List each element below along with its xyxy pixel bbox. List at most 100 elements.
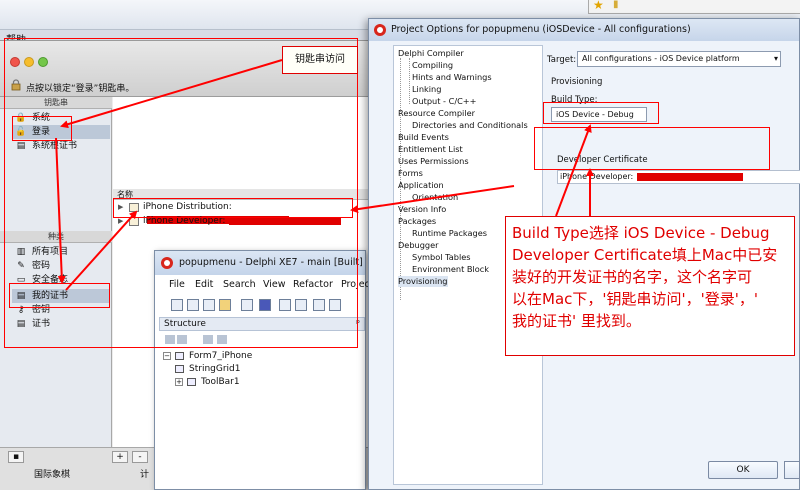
- sidebar-item-label: 密码: [32, 261, 51, 271]
- menu-search[interactable]: Search: [223, 277, 256, 293]
- sidebar-item-system-roots[interactable]: ▤ 系统根证书: [12, 139, 110, 153]
- menu-file[interactable]: File: [169, 277, 185, 293]
- tree-item-hints-warnings[interactable]: Hints and Warnings: [412, 72, 492, 83]
- options-icon[interactable]: [329, 299, 341, 311]
- sidebar-item-label: 我的证书: [32, 291, 69, 301]
- cancel-button[interactable]: [784, 461, 800, 479]
- tree-item-uses-permissions[interactable]: Uses Permissions: [398, 156, 469, 167]
- tree-node[interactable]: − Form7_iPhone: [159, 350, 359, 362]
- menu-edit[interactable]: Edit: [195, 277, 213, 293]
- cert-icon: [129, 203, 139, 212]
- new-icon[interactable]: [171, 299, 183, 311]
- remove-file-icon[interactable]: [313, 299, 325, 311]
- cert-name: iPhone Distribution:: [143, 202, 232, 212]
- tree-item-resource-compiler[interactable]: Resource Compiler: [398, 108, 475, 119]
- tree-item-packages[interactable]: Packages: [398, 216, 436, 227]
- tree-item-application[interactable]: Application: [398, 180, 444, 191]
- dev-cert-label: Developer Certificate: [557, 155, 648, 165]
- build-type-select[interactable]: iOS Device - Debug: [551, 107, 647, 122]
- disclosure-triangle-icon[interactable]: ▶: [118, 201, 123, 214]
- close-window-button[interactable]: [10, 57, 20, 67]
- keychains-header: 钥匙串: [0, 97, 112, 109]
- tree-node[interactable]: StringGrid1: [159, 363, 359, 375]
- tree-item-debugger[interactable]: Debugger: [398, 240, 439, 251]
- menu-view[interactable]: View: [263, 277, 286, 293]
- sidebar-item-passwords[interactable]: ✎ 密码: [12, 259, 110, 273]
- keychain-sidebar: 钥匙串 🔒 系统 🔓 登录 ▤ 系统根证书 种类 ▥ 所有项目 ✎ 密码 ▭ 安…: [0, 97, 112, 447]
- sidebar-item-certificates[interactable]: ▤ 证书: [12, 317, 110, 331]
- tree-line: [400, 58, 401, 300]
- open-icon[interactable]: [187, 299, 199, 311]
- tree-item-directories[interactable]: Directories and Conditionals: [412, 120, 528, 131]
- dialog-title-bar: Project Options for popupmenu (iOSDevice…: [369, 19, 799, 41]
- footer-text: 国际象棋: [34, 470, 71, 480]
- tree-item-delphi-compiler[interactable]: Delphi Compiler: [398, 48, 464, 59]
- menu-refactor[interactable]: Refactor: [293, 277, 333, 293]
- collapse-icon[interactable]: −: [163, 352, 171, 360]
- list-icon[interactable]: [241, 299, 253, 311]
- tree-node[interactable]: + ToolBar1: [159, 376, 359, 388]
- lock-icon[interactable]: [10, 79, 22, 91]
- delete-button[interactable]: -: [132, 451, 148, 463]
- cert-name: iPhone Developer:: [143, 216, 226, 226]
- redaction-bar: [637, 172, 744, 181]
- sidebar-item-label: 安全备忘: [32, 275, 69, 285]
- tree-item-output-c[interactable]: Output - C/C++: [412, 96, 477, 107]
- delphi-toolbar: [161, 297, 361, 315]
- structure-tool-icon[interactable]: [177, 335, 187, 344]
- delphi-ide-window: popupmenu - Delphi XE7 - main [Built] Fi…: [154, 250, 370, 490]
- tree-item-compiling[interactable]: Compiling: [412, 60, 453, 71]
- tree-item-build-events[interactable]: Build Events: [398, 132, 449, 143]
- tree-item-version-info[interactable]: Version Info: [398, 204, 446, 215]
- key-icon: ⚷: [17, 305, 25, 315]
- expand-icon[interactable]: +: [175, 378, 183, 386]
- delphi-logo-icon: [161, 257, 173, 269]
- dev-cert-value: iPhone Developer:: [560, 172, 634, 181]
- tree-item-orientation[interactable]: Orientation: [412, 192, 458, 203]
- copy-icon[interactable]: [203, 299, 215, 311]
- save-all-icon[interactable]: [279, 299, 291, 311]
- note-icon: ▭: [16, 275, 26, 285]
- add-file-icon[interactable]: [295, 299, 307, 311]
- star-icon: ★: [593, 0, 604, 12]
- sidebar-item-system[interactable]: 🔒 系统: [12, 111, 110, 125]
- callout-line: 以在Mac下，'钥匙串访问'，'登录'，': [512, 290, 758, 308]
- column-header-name[interactable]: 名称: [113, 189, 370, 200]
- sidebar-item-all-items[interactable]: ▥ 所有项目: [12, 245, 110, 259]
- structure-tool-icon[interactable]: [165, 335, 175, 344]
- add-button[interactable]: +: [112, 451, 128, 463]
- sidebar-item-secure-notes[interactable]: ▭ 安全备忘: [12, 273, 110, 287]
- list-item[interactable]: ▶ iPhone Developer:: [113, 215, 370, 228]
- tree-item-entitlement-list[interactable]: Entitlement List: [398, 144, 463, 155]
- callout-line: Build Type选择 iOS Device - Debug: [512, 224, 770, 242]
- cert-icon: ▤: [16, 319, 26, 329]
- ok-button[interactable]: OK: [708, 461, 778, 479]
- info-button[interactable]: ▪: [8, 451, 24, 463]
- sidebar-item-login[interactable]: 🔓 登录: [12, 125, 110, 139]
- zoom-window-button[interactable]: [38, 57, 48, 67]
- tree-item-symbol-tables[interactable]: Symbol Tables: [412, 252, 471, 263]
- list-item[interactable]: ▶ iPhone Distribution:: [113, 201, 370, 224]
- keychain-access-tag: 钥匙串访问: [282, 46, 358, 74]
- sidebar-item-label: 系统根证书: [32, 141, 78, 151]
- disclosure-triangle-icon[interactable]: ▶: [118, 215, 123, 228]
- arrow-up-icon[interactable]: [203, 335, 213, 344]
- menu-project[interactable]: Projec: [341, 277, 370, 293]
- open-project-icon[interactable]: [219, 299, 231, 311]
- tree-item-linking[interactable]: Linking: [412, 84, 441, 95]
- callout-line: Developer Certificate填上Mac中已安: [512, 246, 778, 264]
- sidebar-item-my-certificates[interactable]: ▤ 我的证书: [12, 289, 110, 303]
- tree-item-runtime-packages[interactable]: Runtime Packages: [412, 228, 487, 239]
- sidebar-item-label: 密钥: [32, 305, 51, 315]
- sidebar-item-keys[interactable]: ⚷ 密钥: [12, 303, 110, 317]
- dev-cert-field[interactable]: iPhone Developer:: [557, 170, 800, 184]
- sidebar-item-label: 所有项目: [32, 247, 69, 257]
- tree-item-forms[interactable]: Forms: [398, 168, 423, 179]
- minimize-window-button[interactable]: [24, 57, 34, 67]
- tree-item-provisioning[interactable]: Provisioning: [398, 276, 448, 287]
- target-select[interactable]: All configurations - iOS Device platform…: [577, 51, 781, 67]
- save-icon[interactable]: [259, 299, 271, 311]
- tree-item-environment-block[interactable]: Environment Block: [412, 264, 489, 275]
- arrow-down-icon[interactable]: [217, 335, 227, 344]
- pin-icon[interactable]: ᵖ: [356, 318, 360, 331]
